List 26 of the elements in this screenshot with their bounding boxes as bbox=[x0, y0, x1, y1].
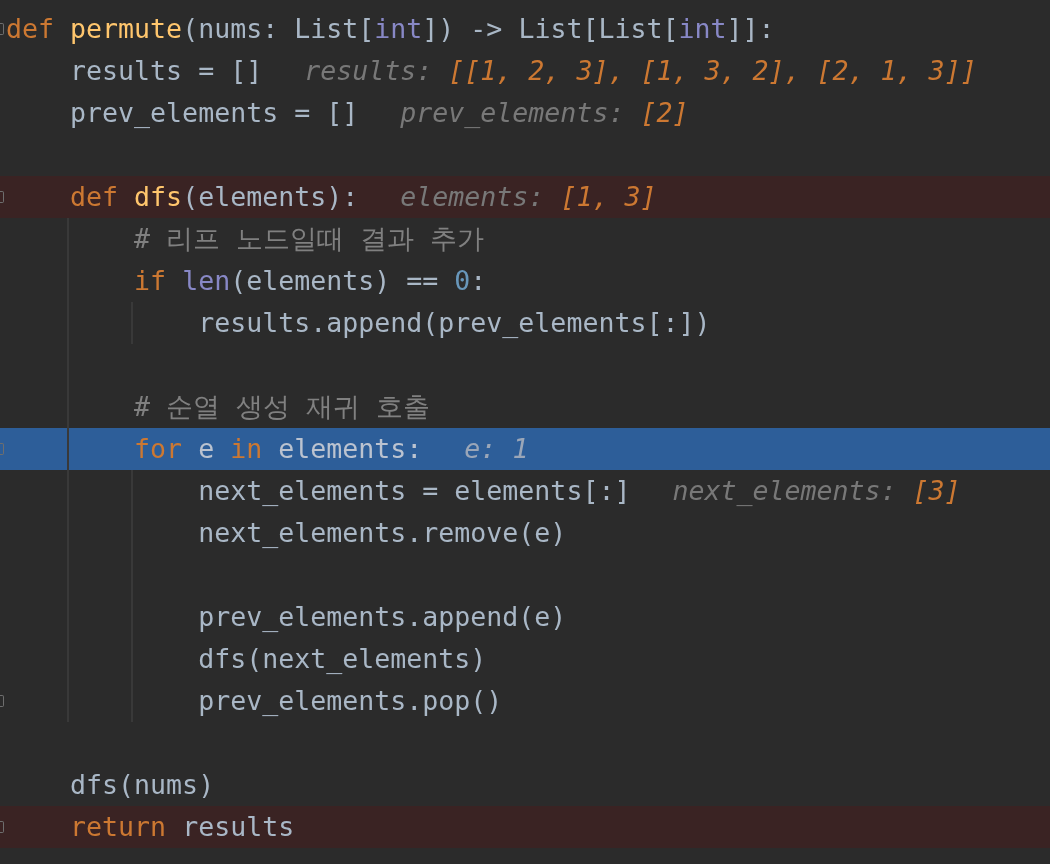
code-text: results = [] bbox=[69, 54, 263, 88]
code-text: next_elements.remove(e) bbox=[197, 516, 567, 550]
inline-debug-value: next_elements: [3] bbox=[672, 474, 961, 508]
code-text: def dfs(elements): bbox=[69, 180, 359, 214]
fold-marker-icon[interactable] bbox=[0, 821, 4, 833]
inline-debug-value: results: [[1, 2, 3], [1, 3, 2], [2, 1, 3]] bbox=[304, 54, 977, 88]
code-text: return results bbox=[69, 810, 295, 844]
code-text: # 순열 생성 재귀 호출 bbox=[133, 390, 431, 424]
fold-marker-icon[interactable] bbox=[0, 695, 4, 707]
code-text: for e in elements: bbox=[133, 432, 423, 466]
code-text: if len(elements) == 0: bbox=[133, 264, 487, 298]
code-text: def permute(nums: List[int]) -> List[List[int]]: bbox=[6, 12, 775, 46]
code-text: # 리프 노드일때 결과 추가 bbox=[133, 222, 485, 256]
fold-marker-icon[interactable] bbox=[0, 23, 4, 35]
code-text: prev_elements.append(e) bbox=[197, 600, 567, 634]
inline-debug-value: elements: [1, 3] bbox=[400, 180, 657, 214]
code-text: prev_elements = [] bbox=[69, 96, 359, 130]
fold-marker-icon[interactable] bbox=[0, 443, 4, 455]
code-text: prev_elements.pop() bbox=[197, 684, 503, 718]
inline-debug-value: e: 1 bbox=[464, 432, 529, 466]
code-text: dfs(nums) bbox=[69, 768, 215, 802]
code-text: results.append(prev_elements[:]) bbox=[197, 306, 711, 340]
code-text: dfs(next_elements) bbox=[197, 642, 487, 676]
code-text: next_elements = elements[:] bbox=[197, 474, 631, 508]
inline-debug-value: prev_elements: [2] bbox=[400, 96, 689, 130]
fold-marker-icon[interactable] bbox=[0, 191, 4, 203]
